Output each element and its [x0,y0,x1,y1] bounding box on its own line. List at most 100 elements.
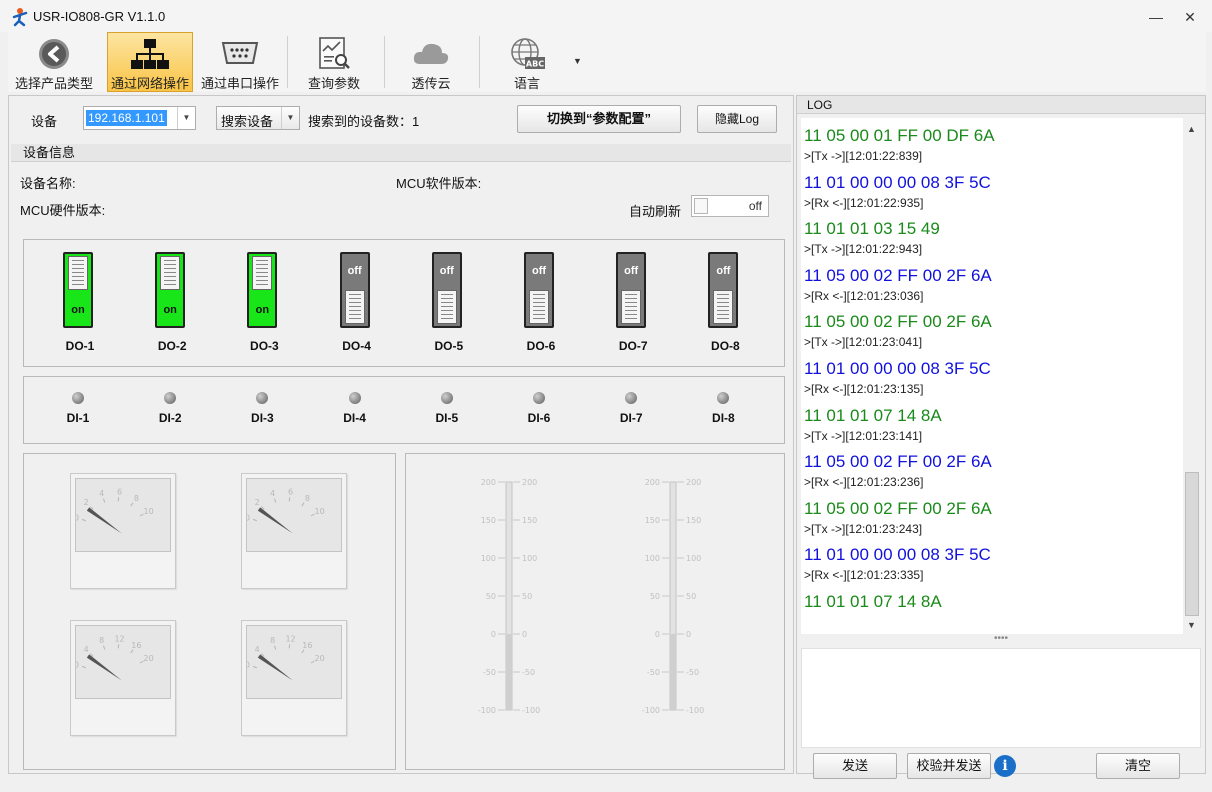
bar-tick-label-left: 150 [481,516,496,525]
do-label: DO-3 [250,339,279,353]
toolbar-label: 透传云 [411,76,451,91]
do-switch-6[interactable]: off [524,252,554,328]
switch-lever [160,256,181,290]
bar-tick-label-right: -100 [686,706,704,715]
language-globe-icon: ABC [511,38,545,69]
toolbar-divider [479,36,480,88]
scroll-down-icon[interactable]: ▼ [1187,620,1196,630]
language-button[interactable]: ABC 语言 [485,32,569,92]
gauge-tick [288,644,291,649]
gauge-tick-label: 4 [255,645,260,654]
log-scrollbar[interactable]: ▲ ▼ [1183,118,1201,634]
bar-tick-label-right: 0 [686,630,691,639]
scrollbar-thumb[interactable] [1185,472,1199,616]
device-panel: 设备 192.168.1.101 ▼ 搜索设备 ▼ 搜索到的设备数：1 切换到“… [8,95,794,774]
gauge-tick-label: 16 [131,641,141,650]
do-switch-8[interactable]: off [708,252,739,328]
query-params-button[interactable]: 查询参数 [293,32,375,92]
di-label: DI-7 [619,411,643,425]
di-label: DI-6 [527,411,551,425]
do-switch-4[interactable]: off [339,252,370,328]
gauge-face: 0 4 8 12 16 20 [74,625,171,699]
di-label: DI-1 [66,411,90,425]
scroll-up-icon[interactable]: ▲ [1187,124,1196,134]
toolbar-label: 语言 [513,76,540,91]
digital-output-panel: on DO-1 on DO-2 on DO-3 off DO-4 off DO-5 off DO-6 o… [23,239,785,367]
do-label: DO-5 [434,339,464,353]
switch-lever [68,256,88,290]
gauge-needle [86,654,122,681]
bar-tick-label-left: 200 [645,478,660,487]
di-indicator-7 [625,392,638,404]
network-operation-button[interactable]: 通过网络操作 [107,32,193,92]
toolbar-divider [287,36,288,88]
toolbar-dropdown-arrow-icon[interactable]: ▼ [573,56,582,66]
di-indicator-1 [72,392,84,404]
gauge-dial: 04 8 12 1620 [245,634,325,681]
bar-tick-label-left: -100 [478,706,496,715]
do-label: DO-7 [618,339,648,353]
gauge-tick-label: 10 [315,507,325,516]
bar-tick-label-left: 100 [481,554,496,563]
auto-refresh-toggle[interactable]: off [691,195,769,217]
minimize-icon[interactable]: — [1146,8,1166,26]
di-indicator-5 [440,392,453,404]
gauge-tick-label: 2 [84,498,89,507]
log-hex-line: 11 05 00 02 FF 00 2F 6A [804,265,992,285]
log-title: LOG [797,96,1205,114]
select-product-type-button[interactable]: 选择产品类型 [8,32,100,92]
device-ip-select[interactable]: 192.168.1.101 ▼ [83,106,196,130]
gauge-tick-label: 2 [255,498,260,507]
gauge-tick [103,498,106,503]
send-button[interactable]: 发送 [813,753,897,779]
bar-tick-label-right: 200 [522,478,537,487]
gauge-tick-label: 20 [315,654,325,663]
serial-operation-button[interactable]: 通过串口操作 [197,32,283,92]
cloud-passthrough-button[interactable]: 透传云 [390,32,472,92]
gauge-tick [252,518,257,522]
switch-lever [344,290,365,324]
chevron-down-icon[interactable]: ▼ [281,107,299,129]
do-switch-3[interactable]: on [247,252,278,328]
bar-tick-label-right: -100 [522,706,540,715]
title-bar: USR-IO808-GR V1.1.0 — ✕ [0,0,1212,32]
do-switch-2[interactable]: on [155,252,186,328]
send-input[interactable] [801,648,1201,748]
gauge-tick-label: 8 [270,636,275,645]
gauge-dial: 04 8 12 1620 [74,634,154,681]
bar-tick-label-right: 200 [686,478,701,487]
info-icon[interactable]: i [994,755,1016,777]
switch-lever [529,290,549,324]
analog-bar-panel: 200 200 150 150 100 100 50 50 0 0 -50 -50 -100 -100 20… [405,453,785,770]
search-device-button[interactable]: 搜索设备 ▼ [216,106,300,130]
switch-lever [436,290,457,324]
switch-state: off [531,265,547,277]
gauge-tick-label: 4 [270,489,275,498]
bar-tick-label-right: 100 [522,554,537,563]
analog-gauge-3: 0 4 8 12 16 20 [70,620,176,736]
do-switch-7[interactable]: off [616,252,647,328]
bar-tick-label-right: 50 [522,592,532,601]
gauge-tick-label: 4 [84,645,89,654]
do-switch-1[interactable]: on [63,252,93,328]
analog-gauge-4: 0 4 8 12 16 20 [241,620,347,736]
gauge-face: 0 2 4 6 8 10 [245,478,342,552]
gauge-tick-label: 0 [247,513,250,522]
log-meta-line: >[Tx ->][12:01:23:041] [804,335,923,350]
log-meta-line: >[Tx ->][12:01:22:943] [804,242,923,257]
device-name-label: 设备名称: [20,176,76,191]
di-label: DI-2 [158,411,182,425]
gauge-dial: 02 4 6 8 10 [245,487,325,534]
gauge-tick-label: 12 [114,634,124,643]
hide-log-button[interactable]: 隐藏Log [697,105,777,133]
gauge-tick [274,645,277,650]
close-icon[interactable]: ✕ [1180,8,1200,26]
chevron-down-icon[interactable]: ▼ [177,107,195,129]
bar-tick-label-right: 100 [686,554,701,563]
switch-to-config-button[interactable]: 切换到“参数配置” [517,105,681,133]
log-splitter-handle[interactable]: •••• [801,634,1201,648]
verify-send-button[interactable]: 校验并发送 [907,753,991,779]
do-switch-5[interactable]: off [431,252,462,328]
gauge-dial: 02 4 6 8 10 [74,487,154,534]
clear-button[interactable]: 清空 [1096,753,1180,779]
